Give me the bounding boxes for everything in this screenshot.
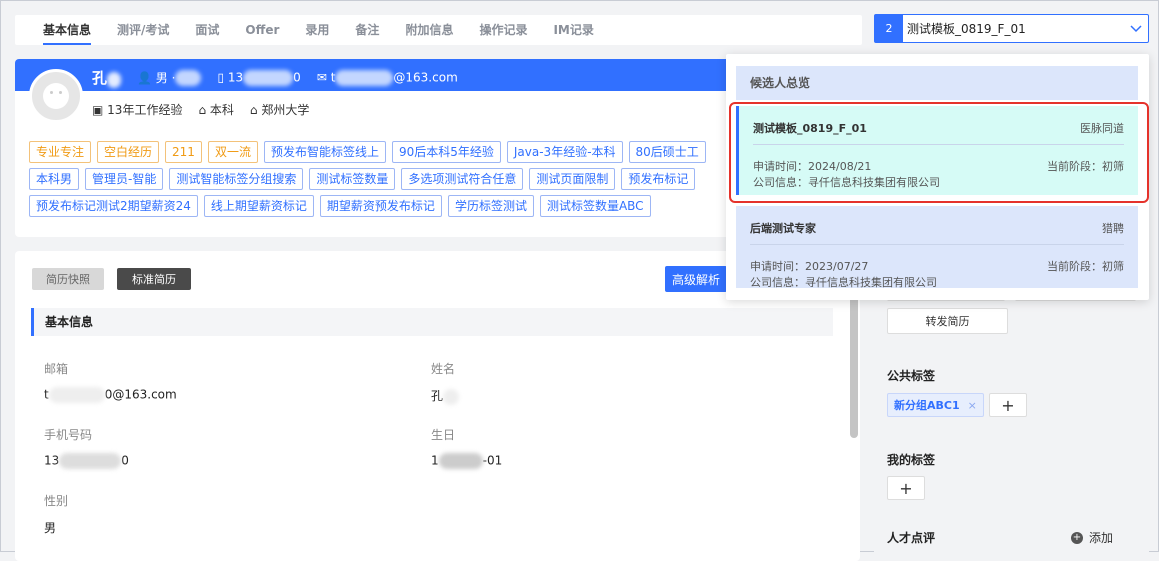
profile-summary: ▣ 13年工作经验 ⌂ 本科 ⌂ 郑州大学 xyxy=(92,101,309,118)
university-icon: ⌂ xyxy=(249,103,258,117)
briefcase-icon: ▣ xyxy=(92,103,104,117)
field-email: 邮箱 t 0@163.com xyxy=(44,362,177,403)
dropdown-header: 候选人总览 xyxy=(736,66,1138,100)
public-tag-item: 新分组ABC1 × xyxy=(887,393,984,417)
position-count-badge: 2 xyxy=(875,15,903,42)
selection-highlight-box xyxy=(729,102,1149,203)
tag-item: 测试标签数量 xyxy=(309,168,396,190)
tag-item: 多选项测试符合任意 xyxy=(401,168,524,190)
standard-resume-button[interactable]: 标准简历 xyxy=(117,268,191,290)
tag-item: 学历标签测试 xyxy=(447,195,534,217)
tag-item: 预发布标记测试2期望薪资24 xyxy=(29,195,198,217)
tag-item: 期望薪资预发布标记 xyxy=(319,195,442,217)
candidate-gender: 👤 男 · xyxy=(137,69,202,87)
field-name: 姓名 孔 xyxy=(431,360,460,405)
tag-item: Java-3年经验-本科 xyxy=(506,141,623,163)
advanced-parse-button[interactable]: 高级解析 xyxy=(665,266,727,292)
field-phone: 手机号码 13 0 xyxy=(44,428,129,469)
field-gender: 性别 男 xyxy=(44,494,69,535)
tag-item: 预发布标记 xyxy=(621,168,696,190)
position-select-value: 测试模板_0819_F_01 xyxy=(907,22,1026,36)
public-tag-label: 新分组ABC1 xyxy=(894,399,960,412)
email-value: t 0@163.com xyxy=(44,387,177,403)
tag-item: 专业专注 xyxy=(29,141,92,163)
section-title-basic-info: 基本信息 xyxy=(31,308,833,336)
tag-item: 管理员-智能 xyxy=(85,168,164,190)
candidate-email: ✉ t @163.com xyxy=(316,69,458,86)
add-public-tag-button[interactable]: + xyxy=(989,393,1027,417)
tag-item: 测试标签数量ABC xyxy=(539,195,651,217)
person-icon: 👤 xyxy=(137,70,152,85)
graduation-cap-icon: ⌂ xyxy=(198,103,207,117)
tag-item: 预发布智能标签线上 xyxy=(263,141,386,163)
avatar-face-icon xyxy=(43,83,69,109)
add-review-button[interactable]: + 添加 xyxy=(1071,529,1113,546)
tab-notes[interactable]: 备注 xyxy=(355,15,379,45)
my-tags-title: 我的标签 xyxy=(887,453,936,467)
tag-item: 90后本科5年经验 xyxy=(391,141,501,163)
resume-scrollbar[interactable] xyxy=(850,290,858,438)
close-icon[interactable]: × xyxy=(968,399,977,412)
field-birthday: 生日 1 -01 xyxy=(431,428,503,469)
talent-review-title: 人才点评 xyxy=(887,531,936,545)
profile-contact-line: 孔 👤 男 · ▯ 13 0 ✉ t @163.com xyxy=(92,67,458,88)
tab-im-log[interactable]: IM记录 xyxy=(553,15,593,45)
tag-item: 线上期望薪资标记 xyxy=(203,195,314,217)
tag-item: 211 xyxy=(165,141,202,163)
candidate-option[interactable]: 后端测试专家 猎聘 申请时间：2023/07/27 当前阶段：初筛 公司信息：寻… xyxy=(736,206,1138,289)
tab-hire[interactable]: 录用 xyxy=(305,15,329,45)
degree-info: ⌂ 本科 xyxy=(198,103,234,117)
phone-icon: ▯ xyxy=(217,70,225,84)
school-info: ⌂ 郑州大学 xyxy=(249,103,310,117)
mail-icon: ✉ xyxy=(316,70,327,84)
tag-item: 空白经历 xyxy=(97,141,160,163)
tab-basic-info[interactable]: 基本信息 xyxy=(43,15,92,45)
tag-item: 本科男 xyxy=(29,168,80,190)
tag-item: 80后硕士工 xyxy=(628,141,706,163)
top-tab-bar: 基本信息 测评/考试 面试 Offer 录用 备注 附加信息 操作记录 IM记录 xyxy=(15,15,862,45)
tab-extra-info[interactable]: 附加信息 xyxy=(405,15,453,45)
avatar xyxy=(29,69,83,123)
candidate-phone: ▯ 13 0 xyxy=(217,69,301,86)
tab-offer[interactable]: Offer xyxy=(245,15,279,45)
tag-item: 测试智能标签分组搜索 xyxy=(169,168,304,190)
candidate-name: 孔 xyxy=(92,67,122,88)
name-value: 孔 xyxy=(431,387,460,405)
position-select[interactable]: 2 测试模板_0819_F_01 xyxy=(874,14,1149,43)
candidate-tag-list: 专业专注 空白经历 211 双一流 预发布智能标签线上 90后本科5年经验 Ja… xyxy=(29,141,749,217)
birthday-value: 1 -01 xyxy=(431,453,503,469)
resume-snapshot-button[interactable]: 简历快照 xyxy=(32,268,104,290)
experience-info: ▣ 13年工作经验 xyxy=(92,103,183,117)
tab-interview[interactable]: 面试 xyxy=(195,15,219,45)
chevron-down-icon[interactable] xyxy=(1124,22,1148,36)
forward-resume-button[interactable]: 转发简历 xyxy=(887,308,1008,334)
tag-item: 测试页面限制 xyxy=(529,168,616,190)
phone-value: 13 0 xyxy=(44,453,129,469)
tab-assessment[interactable]: 测评/考试 xyxy=(117,15,169,45)
public-tags-title: 公共标签 xyxy=(887,369,936,383)
add-my-tag-button[interactable]: + xyxy=(887,476,925,500)
tag-item: 双一流 xyxy=(207,141,258,163)
tab-operation-log[interactable]: 操作记录 xyxy=(479,15,527,45)
plus-circle-icon: + xyxy=(1071,531,1083,544)
